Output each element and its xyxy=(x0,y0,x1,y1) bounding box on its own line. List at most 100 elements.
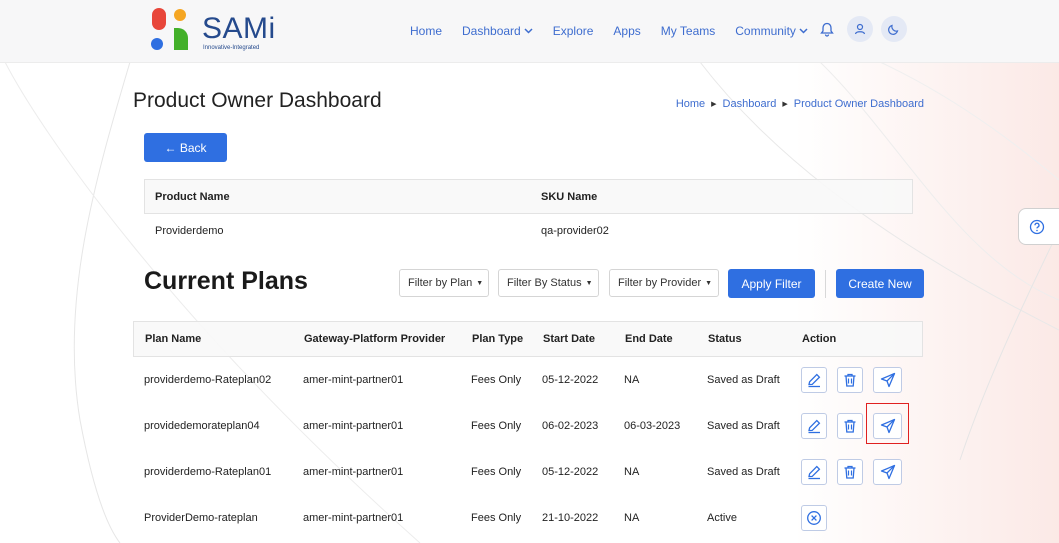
provider-cell: amer-mint-partner01 xyxy=(303,420,404,432)
sku-name-header: SKU Name xyxy=(541,190,598,203)
publish-plan-button[interactable] xyxy=(873,459,902,485)
breadcrumb: Home ▶ Dashboard ▶ Product Owner Dashboa… xyxy=(676,98,924,110)
nav-home[interactable]: Home xyxy=(410,24,442,38)
nav-community[interactable]: Community xyxy=(735,24,808,38)
end-date-cell: NA xyxy=(624,512,640,524)
column-header-status: Status xyxy=(708,333,742,345)
brand-tagline: Innovative-Integrated xyxy=(203,45,260,51)
notifications-button[interactable] xyxy=(814,16,840,42)
edit-plan-button[interactable] xyxy=(801,459,827,485)
logo-mark-icon xyxy=(151,8,188,50)
status-cell: Saved as Draft xyxy=(707,374,780,386)
expire-icon xyxy=(807,511,821,525)
end-date-cell: 06-03-2023 xyxy=(624,420,681,432)
table-row: providerdemo-Rateplan01 amer-mint-partne… xyxy=(133,449,923,495)
column-header-action: Action xyxy=(802,333,837,345)
brand-logo[interactable]: SAMi Innovative-Integrated xyxy=(150,8,280,54)
edit-icon xyxy=(808,373,821,388)
send-icon xyxy=(880,372,895,388)
filter-by-plan-label: Filter by Plan xyxy=(408,277,473,289)
column-header-plan-type: Plan Type xyxy=(472,333,524,345)
caret-down-icon: ▼ xyxy=(705,279,713,287)
user-icon xyxy=(854,23,866,35)
end-date-cell: NA xyxy=(624,466,640,478)
help-button[interactable] xyxy=(1018,208,1059,245)
product-table-header: Product Name SKU Name xyxy=(144,179,913,214)
chevron-down-icon xyxy=(524,28,533,34)
column-header-start-date: Start Date xyxy=(543,333,595,345)
start-date-cell: 06-02-2023 xyxy=(542,420,599,432)
send-icon xyxy=(880,464,895,480)
column-header-provider: Gateway-Platform Provider xyxy=(304,333,446,345)
current-plans-title: Current Plans xyxy=(144,267,308,295)
product-info-table: Product Name SKU Name Providerdemo qa-pr… xyxy=(144,179,913,248)
apply-filter-button[interactable]: Apply Filter xyxy=(728,269,815,298)
table-row: providedemorateplan04 amer-mint-partner0… xyxy=(133,403,923,449)
plan-name-cell: providerdemo-Rateplan01 xyxy=(144,466,272,478)
nav-dashboard[interactable]: Dashboard xyxy=(462,24,533,38)
create-new-button[interactable]: Create New xyxy=(836,269,924,298)
plan-name-cell: ProviderDemo-rateplan xyxy=(144,512,258,524)
help-icon xyxy=(1029,219,1045,234)
main-nav: Home Dashboard Explore Apps My Teams Com… xyxy=(410,22,828,40)
breadcrumb-dashboard[interactable]: Dashboard xyxy=(723,98,777,110)
bell-icon xyxy=(820,22,834,37)
expire-plan-button[interactable] xyxy=(801,505,827,531)
nav-explore[interactable]: Explore xyxy=(553,24,594,38)
breadcrumb-separator-icon: ▶ xyxy=(782,101,788,108)
publish-plan-button[interactable] xyxy=(873,367,902,393)
top-navbar: SAMi Innovative-Integrated Home Dashboar… xyxy=(0,0,1059,63)
trash-icon xyxy=(844,419,856,433)
status-cell: Active xyxy=(707,512,737,524)
status-cell: Saved as Draft xyxy=(707,420,780,432)
plan-type-cell: Fees Only xyxy=(471,512,522,524)
start-date-cell: 05-12-2022 xyxy=(542,466,599,478)
theme-toggle-button[interactable] xyxy=(881,16,907,42)
end-date-cell: NA xyxy=(624,374,640,386)
status-cell: Saved as Draft xyxy=(707,466,780,478)
plan-type-cell: Fees Only xyxy=(471,374,522,386)
filter-by-status-select[interactable]: Filter By Status ▼ xyxy=(498,269,599,297)
product-table-row: Providerdemo qa-provider02 xyxy=(144,214,913,248)
plan-name-cell: providedemorateplan04 xyxy=(144,420,260,432)
user-menu-button[interactable] xyxy=(847,16,873,42)
breadcrumb-home[interactable]: Home xyxy=(676,98,705,110)
breadcrumb-separator-icon: ▶ xyxy=(711,101,717,108)
start-date-cell: 05-12-2022 xyxy=(542,374,599,386)
toolbar-divider xyxy=(825,270,826,298)
table-row: providerdemo-Rateplan02 amer-mint-partne… xyxy=(133,357,923,403)
nav-dashboard-label: Dashboard xyxy=(462,24,521,38)
start-date-cell: 21-10-2022 xyxy=(542,512,599,524)
filter-by-provider-label: Filter by Provider xyxy=(618,277,702,289)
filter-by-plan-select[interactable]: Filter by Plan ▼ xyxy=(399,269,489,297)
plan-name-cell: providerdemo-Rateplan02 xyxy=(144,374,272,386)
moon-icon xyxy=(888,24,899,35)
edit-icon xyxy=(808,419,821,434)
product-name-value: Providerdemo xyxy=(155,225,224,237)
provider-cell: amer-mint-partner01 xyxy=(303,512,404,524)
product-name-header: Product Name xyxy=(155,190,230,203)
caret-down-icon: ▼ xyxy=(585,279,593,287)
plans-table-header: Plan Name Gateway-Platform Provider Plan… xyxy=(133,321,923,357)
provider-cell: amer-mint-partner01 xyxy=(303,374,404,386)
highlight-box xyxy=(866,403,909,444)
delete-plan-button[interactable] xyxy=(837,413,863,439)
nav-community-label: Community xyxy=(735,24,796,38)
back-button[interactable]: ← Back xyxy=(144,133,227,162)
brand-name: SAMi xyxy=(202,12,276,45)
edit-plan-button[interactable] xyxy=(801,367,827,393)
delete-plan-button[interactable] xyxy=(837,459,863,485)
breadcrumb-current[interactable]: Product Owner Dashboard xyxy=(794,98,924,110)
table-row: ProviderDemo-rateplan amer-mint-partner0… xyxy=(133,495,923,541)
chevron-down-icon xyxy=(799,28,808,34)
caret-down-icon: ▼ xyxy=(476,279,484,287)
sku-name-value: qa-provider02 xyxy=(541,225,609,237)
delete-plan-button[interactable] xyxy=(837,367,863,393)
filter-by-provider-select[interactable]: Filter by Provider ▼ xyxy=(609,269,719,297)
nav-apps[interactable]: Apps xyxy=(613,24,640,38)
plans-table: Plan Name Gateway-Platform Provider Plan… xyxy=(133,321,923,541)
trash-icon xyxy=(844,373,856,387)
plan-type-cell: Fees Only xyxy=(471,466,522,478)
nav-my-teams[interactable]: My Teams xyxy=(661,24,715,38)
edit-plan-button[interactable] xyxy=(801,413,827,439)
